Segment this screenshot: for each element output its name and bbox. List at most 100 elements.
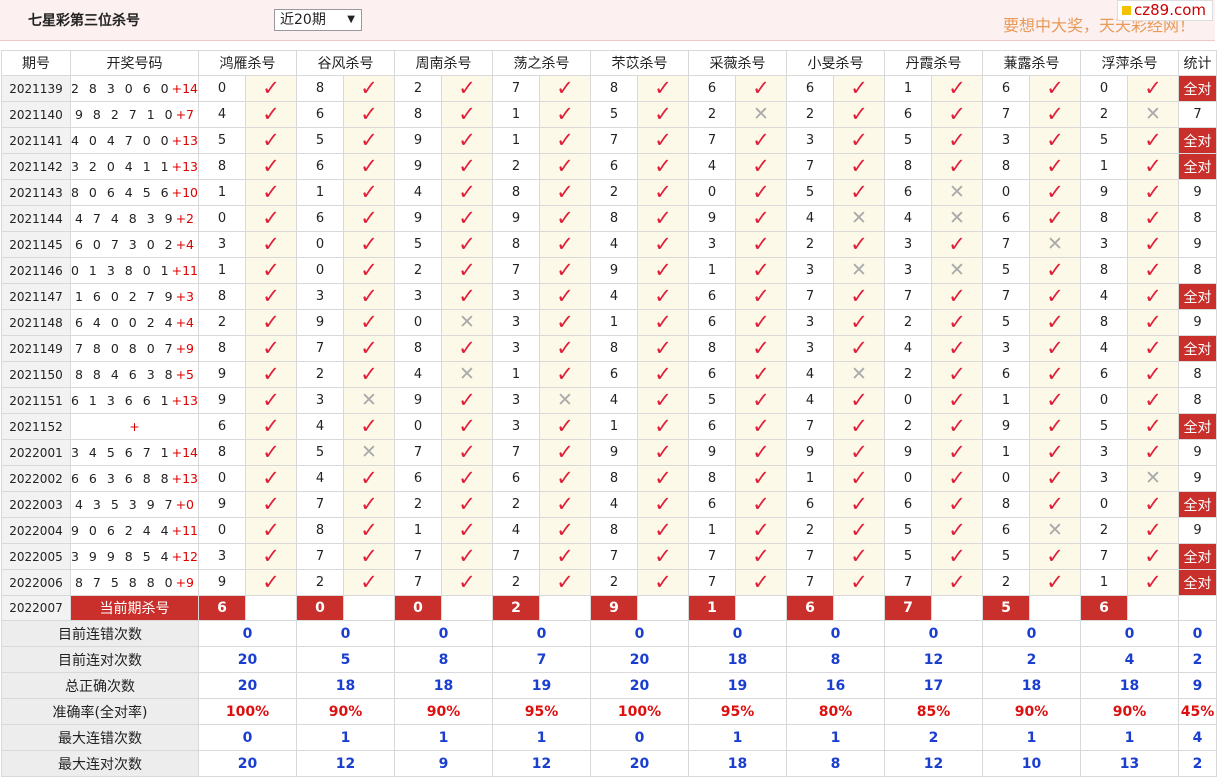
summary-stat: 45% bbox=[1178, 698, 1217, 725]
kill-number-cell: 2 bbox=[394, 257, 442, 284]
result-cell: ✓ bbox=[441, 491, 493, 518]
kill-number-cell: 1 bbox=[590, 309, 638, 336]
kill-number-cell: 4 bbox=[590, 283, 638, 310]
draw-numbers: 9 0 6 2 4 4 bbox=[71, 523, 172, 538]
check-icon: ✓ bbox=[752, 413, 770, 438]
summary-value: 7 bbox=[492, 646, 591, 673]
result-cell: ✓ bbox=[637, 231, 689, 258]
cross-icon: ✕ bbox=[949, 207, 965, 229]
kill-number-cell: 7 bbox=[786, 413, 834, 440]
result-cell: ✓ bbox=[735, 127, 787, 154]
dropdown-arrow-icon: ▼ bbox=[347, 14, 355, 25]
draw-cell: 2 8 3 0 6 0+14 bbox=[70, 75, 199, 102]
result-cell: ✓ bbox=[441, 75, 493, 102]
result-cell: ✓ bbox=[1127, 205, 1179, 232]
check-icon: ✓ bbox=[752, 335, 770, 360]
result-cell: ✓ bbox=[931, 335, 983, 362]
kill-number-cell: 7 bbox=[982, 283, 1030, 310]
draw-numbers: 8 7 5 8 8 0 bbox=[74, 575, 176, 590]
summary-value: 20 bbox=[590, 750, 689, 777]
result-cell: ✓ bbox=[1127, 569, 1179, 596]
result-cell: ✓ bbox=[1029, 101, 1081, 128]
kill-number-cell: 4 bbox=[1080, 335, 1128, 362]
period-range-value: 近20期 bbox=[280, 12, 326, 28]
summary-label: 目前连对次数 bbox=[1, 646, 199, 673]
check-icon: ✓ bbox=[360, 205, 378, 230]
check-icon: ✓ bbox=[360, 309, 378, 334]
kill-number-cell: 3 bbox=[394, 283, 442, 310]
kill-number-cell: 1 bbox=[492, 361, 540, 388]
result-cell: ✓ bbox=[1127, 335, 1179, 362]
draw-numbers: 6 1 3 6 6 1 bbox=[71, 393, 172, 408]
kill-number-cell: 7 bbox=[982, 231, 1030, 258]
check-icon: ✓ bbox=[556, 491, 574, 516]
check-icon: ✓ bbox=[850, 387, 868, 412]
site-logo[interactable]: cz89.com bbox=[1116, 0, 1213, 21]
result-cell: ✓ bbox=[343, 283, 395, 310]
kill-number-cell: 2 bbox=[1080, 517, 1128, 544]
period-cell: 2022006 bbox=[1, 569, 71, 596]
check-icon: ✓ bbox=[752, 517, 770, 542]
check-icon: ✓ bbox=[360, 465, 378, 490]
kill-number-cell: 9 bbox=[394, 205, 442, 232]
result-cell: ✓ bbox=[1029, 309, 1081, 336]
check-icon: ✓ bbox=[458, 231, 476, 256]
table-row: 2022001 3 4 5 6 7 1+14 8 ✓ 5 ✕ 7 ✓ 7 ✓ 9 ✓ 9 ✓ 9 ✓ 9 ✓ 1 ✓ 3… bbox=[1, 439, 1217, 466]
kill-number-cell: 7 bbox=[394, 569, 442, 596]
check-icon: ✓ bbox=[458, 439, 476, 464]
check-icon: ✓ bbox=[850, 465, 868, 490]
summary-value: 90% bbox=[296, 698, 395, 725]
summary-value: 20 bbox=[198, 646, 297, 673]
result-cell: ✓ bbox=[343, 569, 395, 596]
check-icon: ✓ bbox=[948, 413, 966, 438]
summary-value: 1 bbox=[296, 724, 395, 751]
result-cell: ✓ bbox=[1029, 569, 1081, 596]
check-icon: ✓ bbox=[850, 101, 868, 126]
result-cell: ✕ bbox=[833, 361, 885, 388]
result-cell: ✓ bbox=[833, 309, 885, 336]
kill-number-cell: 9 bbox=[198, 361, 246, 388]
cross-icon: ✕ bbox=[459, 311, 475, 333]
table-row: 2022004 9 0 6 2 4 4+11 0 ✓ 8 ✓ 1 ✓ 4 ✓ 8 ✓ 1 ✓ 2 ✓ 5 ✓ 6 ✕ 2… bbox=[1, 517, 1217, 544]
check-icon: ✓ bbox=[654, 153, 672, 178]
check-icon: ✓ bbox=[948, 361, 966, 386]
summary-value: 0 bbox=[296, 620, 395, 647]
check-icon: ✓ bbox=[458, 205, 476, 230]
result-cell: ✓ bbox=[833, 179, 885, 206]
kill-number-cell: 6 bbox=[786, 491, 834, 518]
draw-numbers: 8 0 6 4 5 6 bbox=[71, 185, 172, 200]
kill-number-cell: 8 bbox=[590, 517, 638, 544]
kill-number-cell: 3 bbox=[492, 387, 540, 414]
check-icon: ✓ bbox=[850, 309, 868, 334]
summary-value: 1 bbox=[1080, 724, 1179, 751]
result-cell: ✓ bbox=[833, 569, 885, 596]
check-icon: ✓ bbox=[850, 335, 868, 360]
check-icon: ✓ bbox=[360, 413, 378, 438]
check-icon: ✓ bbox=[458, 257, 476, 282]
check-icon: ✓ bbox=[752, 257, 770, 282]
result-cell: ✓ bbox=[931, 101, 983, 128]
kill-number-cell: 5 bbox=[982, 543, 1030, 570]
table-row: 2021148 6 4 0 0 2 4+4 2 ✓ 9 ✓ 0 ✕ 3 ✓ 1 ✓ 6 ✓ 3 ✓ 2 ✓ 5 ✓ 8 ✓… bbox=[1, 309, 1217, 336]
check-icon: ✓ bbox=[360, 127, 378, 152]
result-cell: ✓ bbox=[343, 127, 395, 154]
check-icon: ✓ bbox=[556, 517, 574, 542]
result-cell: ✕ bbox=[931, 179, 983, 206]
check-icon: ✓ bbox=[556, 283, 574, 308]
draw-cell: 3 2 0 4 1 1+13 bbox=[70, 153, 199, 180]
result-cell: ✓ bbox=[441, 153, 493, 180]
summary-row: 总正确次数 20 18 18 19 20 19 16 17 18 18 9 bbox=[1, 672, 1217, 699]
period-range-select[interactable]: 近20期 ▼ bbox=[274, 9, 362, 31]
result-cell: ✓ bbox=[441, 101, 493, 128]
check-icon: ✓ bbox=[1144, 543, 1162, 568]
check-icon: ✓ bbox=[1144, 257, 1162, 282]
kill-number-cell: 2 bbox=[296, 569, 344, 596]
draw-numbers: 3 9 9 8 5 4 bbox=[71, 549, 172, 564]
result-cell: ✓ bbox=[1029, 127, 1081, 154]
result-cell: ✓ bbox=[1127, 153, 1179, 180]
summary-value: 100% bbox=[590, 698, 689, 725]
result-cell: ✓ bbox=[1029, 257, 1081, 284]
summary-value: 13 bbox=[1080, 750, 1179, 777]
summary-value: 18 bbox=[688, 646, 787, 673]
kill-number-cell: 3 bbox=[884, 257, 932, 284]
